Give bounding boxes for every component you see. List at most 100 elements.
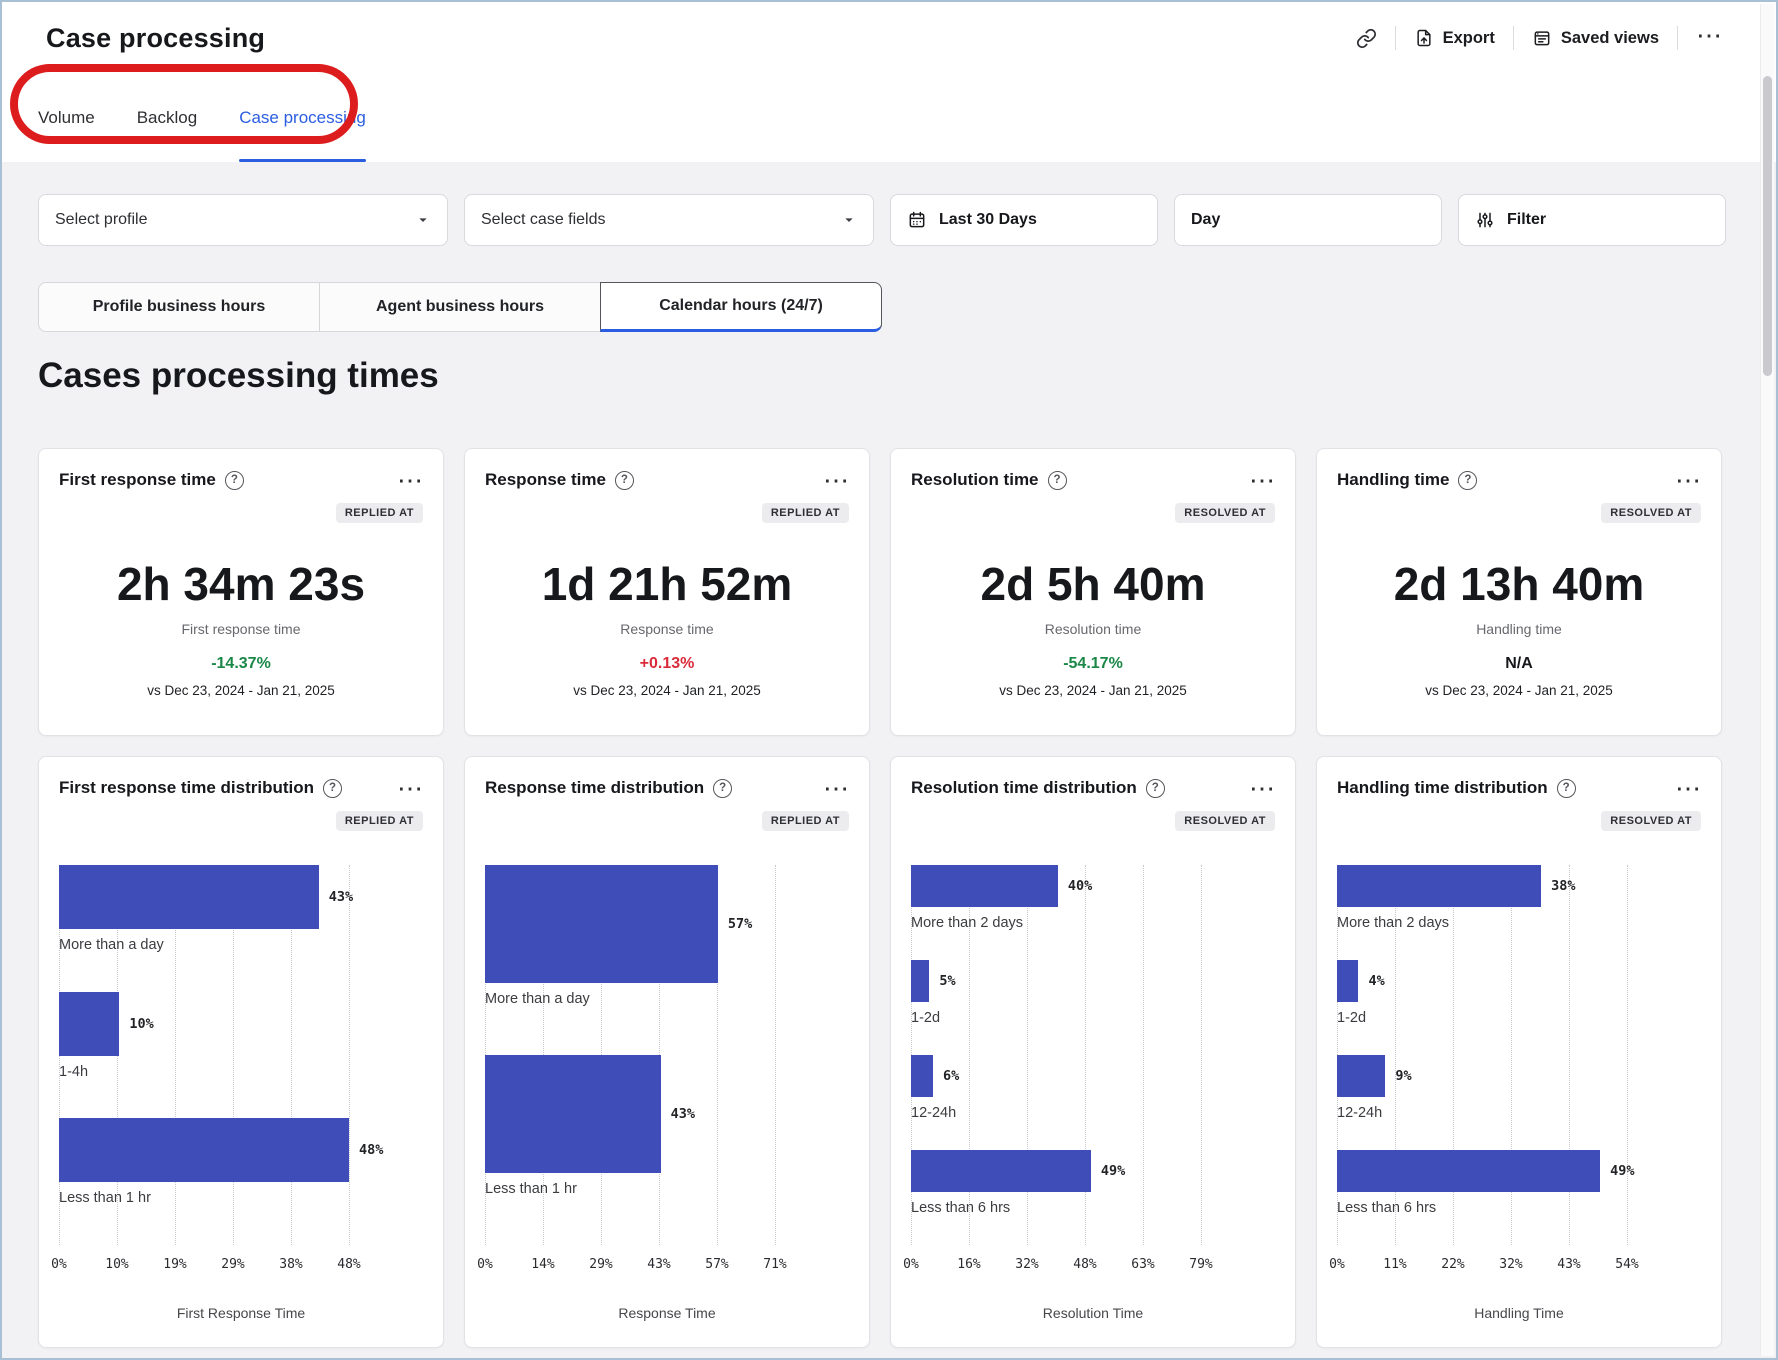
bar-row: 40% More than 2 days bbox=[911, 865, 1201, 960]
bar-chart: 43%More than a day10%1-4h48%Less than 1 … bbox=[59, 865, 349, 1245]
x-axis-ticks: 0%11%22%32%43%54% bbox=[1337, 1257, 1627, 1275]
x-axis-tick: 29% bbox=[589, 1257, 612, 1272]
kpi-card: Resolution time?⋯RESOLVED AT2d 5h 40mRes… bbox=[890, 448, 1296, 736]
bar-category-label: More than 2 days bbox=[911, 915, 1201, 931]
bar-track: 49% bbox=[911, 1150, 1201, 1192]
segment-calendar-hours[interactable]: Calendar hours (24/7) bbox=[600, 282, 882, 332]
metric-badge: REPLIED AT bbox=[336, 811, 423, 831]
x-axis-tick: 29% bbox=[221, 1257, 244, 1272]
badge-row: REPLIED AT bbox=[59, 811, 423, 831]
help-icon[interactable]: ? bbox=[1146, 779, 1165, 798]
bar-track: 43% bbox=[59, 865, 349, 929]
card-overflow-menu[interactable]: ⋯ bbox=[1249, 775, 1275, 801]
card-overflow-menu[interactable]: ⋯ bbox=[1675, 467, 1701, 493]
kpi-compare-period: vs Dec 23, 2024 - Jan 21, 2025 bbox=[485, 683, 849, 698]
help-icon[interactable]: ? bbox=[713, 779, 732, 798]
saved-views-icon bbox=[1532, 28, 1552, 48]
bar-value-label: 9% bbox=[1395, 1068, 1411, 1084]
tab-volume[interactable]: Volume bbox=[38, 74, 95, 162]
header-divider bbox=[1513, 26, 1514, 50]
segment-profile-business-hours[interactable]: Profile business hours bbox=[38, 282, 320, 332]
segment-agent-business-hours[interactable]: Agent business hours bbox=[319, 282, 601, 332]
card-overflow-menu[interactable]: ⋯ bbox=[1675, 775, 1701, 801]
help-icon[interactable]: ? bbox=[225, 471, 244, 490]
kpi-card-row: First response time?⋯REPLIED AT2h 34m 23… bbox=[38, 448, 1722, 736]
saved-views-button[interactable]: Saved views bbox=[1532, 28, 1659, 48]
card-overflow-menu[interactable]: ⋯ bbox=[1249, 467, 1275, 493]
badge-row: RESOLVED AT bbox=[911, 811, 1275, 831]
card-overflow-menu[interactable]: ⋯ bbox=[823, 775, 849, 801]
kpi-sub-label: Handling time bbox=[1337, 621, 1701, 637]
bar-rows: 57%More than a day43%Less than 1 hr bbox=[485, 865, 775, 1245]
case-fields-select-placeholder: Select case fields bbox=[481, 211, 606, 229]
x-axis-ticks: 0%16%32%48%63%79% bbox=[911, 1257, 1201, 1275]
card-overflow-menu[interactable]: ⋯ bbox=[397, 775, 423, 801]
gridline bbox=[1627, 865, 1628, 1245]
header-overflow-menu[interactable]: ⋯ bbox=[1696, 22, 1722, 54]
help-icon[interactable]: ? bbox=[615, 471, 634, 490]
export-label: Export bbox=[1443, 29, 1495, 48]
kpi-sub-label: First response time bbox=[59, 621, 423, 637]
bar[interactable] bbox=[59, 992, 119, 1056]
bar[interactable] bbox=[1337, 1150, 1600, 1192]
filter-label: Filter bbox=[1507, 211, 1546, 229]
ellipsis-icon: ⋯ bbox=[397, 465, 423, 501]
card-header: Handling time?⋯ bbox=[1337, 467, 1701, 493]
x-axis-tick: 63% bbox=[1131, 1257, 1154, 1272]
help-icon[interactable]: ? bbox=[1458, 471, 1477, 490]
gridline bbox=[775, 865, 776, 1245]
card-title: Resolution time bbox=[911, 470, 1039, 490]
kpi-delta: +0.13% bbox=[485, 655, 849, 673]
kpi-value: 2h 34m 23s bbox=[59, 557, 423, 611]
card-overflow-menu[interactable]: ⋯ bbox=[823, 467, 849, 493]
bar[interactable] bbox=[911, 1150, 1091, 1192]
kpi-sub-label: Resolution time bbox=[911, 621, 1275, 637]
bar-value-label: 49% bbox=[1101, 1163, 1125, 1179]
x-axis-tick: 54% bbox=[1615, 1257, 1638, 1272]
bar[interactable] bbox=[911, 1055, 933, 1097]
case-fields-select[interactable]: Select case fields bbox=[464, 194, 874, 246]
tab-case-processing[interactable]: Case processing bbox=[239, 74, 366, 162]
export-button[interactable]: Export bbox=[1414, 28, 1495, 48]
chart-card-row: First response time distribution?⋯REPLIE… bbox=[38, 756, 1722, 1348]
tab-backlog[interactable]: Backlog bbox=[137, 74, 197, 162]
date-range-picker[interactable]: Last 30 Days bbox=[890, 194, 1158, 246]
help-icon[interactable]: ? bbox=[323, 779, 342, 798]
bar-row: 43%More than a day bbox=[59, 865, 349, 992]
help-icon[interactable]: ? bbox=[1557, 779, 1576, 798]
card-title: First response time bbox=[59, 470, 216, 490]
interval-select[interactable]: Day bbox=[1174, 194, 1442, 246]
badge-row: REPLIED AT bbox=[485, 811, 849, 831]
page-root: { "header": { "title": "Case processing"… bbox=[0, 0, 1778, 1360]
bar-category-label: 1-2d bbox=[911, 1010, 1201, 1026]
link-icon bbox=[1356, 28, 1377, 49]
chart-card: Response time distribution?⋯REPLIED AT57… bbox=[464, 756, 870, 1348]
bar[interactable] bbox=[1337, 960, 1358, 1002]
bar[interactable] bbox=[485, 1055, 661, 1173]
scrollbar-thumb[interactable] bbox=[1763, 76, 1772, 376]
bar-track: 48% bbox=[59, 1118, 349, 1182]
kpi-value: 2d 13h 40m bbox=[1337, 557, 1701, 611]
header-divider bbox=[1677, 26, 1678, 50]
bar[interactable] bbox=[59, 865, 319, 929]
profile-select[interactable]: Select profile bbox=[38, 194, 448, 246]
bar-category-label: Less than 1 hr bbox=[485, 1181, 775, 1197]
main-content: Select profile Select case fields Last 3… bbox=[2, 162, 1776, 1348]
bar[interactable] bbox=[911, 865, 1058, 907]
bar[interactable] bbox=[911, 960, 929, 1002]
x-axis-tick: 32% bbox=[1015, 1257, 1038, 1272]
card-overflow-menu[interactable]: ⋯ bbox=[397, 467, 423, 493]
share-link-button[interactable] bbox=[1356, 28, 1377, 49]
bar[interactable] bbox=[485, 865, 718, 983]
bar-track: 10% bbox=[59, 992, 349, 1056]
bar-value-label: 40% bbox=[1068, 878, 1092, 894]
page-title: Case processing bbox=[46, 23, 265, 54]
bar-track: 4% bbox=[1337, 960, 1627, 1002]
bar[interactable] bbox=[1337, 1055, 1385, 1097]
card-header: First response time? ⋯ bbox=[59, 467, 423, 493]
profile-select-placeholder: Select profile bbox=[55, 211, 148, 229]
help-icon[interactable]: ? bbox=[1048, 471, 1067, 490]
filter-button[interactable]: Filter bbox=[1458, 194, 1726, 246]
bar[interactable] bbox=[1337, 865, 1541, 907]
bar[interactable] bbox=[59, 1118, 349, 1182]
